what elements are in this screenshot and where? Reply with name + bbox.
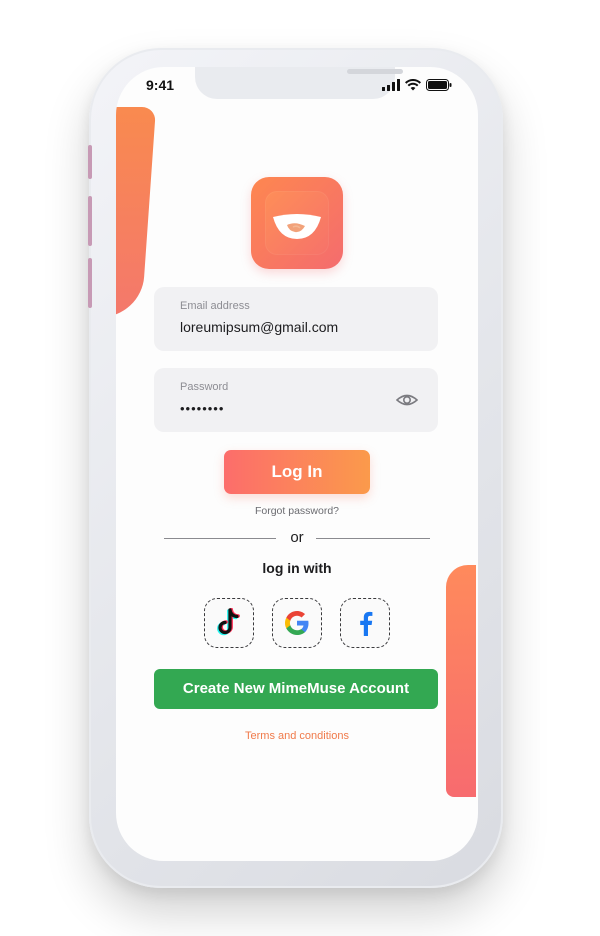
eye-icon[interactable] (396, 391, 418, 409)
app-logo-inner (265, 191, 329, 255)
status-bar: 9:41 (116, 67, 478, 107)
login-button[interactable]: Log In (224, 450, 370, 494)
terms-link[interactable]: Terms and conditions (116, 730, 478, 742)
or-divider: or (164, 529, 430, 547)
email-field[interactable]: Email address loreumipsum@gmail.com (154, 287, 438, 351)
phone-side-button (88, 196, 92, 246)
google-login-button[interactable] (272, 598, 322, 648)
facebook-icon (360, 611, 373, 636)
forgot-password-link[interactable]: Forgot password? (116, 505, 478, 517)
create-account-button[interactable]: Create New MimeMuse Account (154, 669, 438, 709)
wifi-icon (405, 79, 421, 91)
decorative-blob-right (446, 565, 476, 797)
status-icons (382, 79, 452, 91)
phone-screen: 9:41 Email address loreumipsum@gmail.com… (116, 67, 478, 861)
phone-side-button (88, 145, 92, 179)
phone-side-button (88, 258, 92, 308)
cellular-signal-icon (382, 79, 400, 91)
app-logo (251, 177, 343, 269)
smile-icon (273, 214, 321, 239)
password-label: Password (180, 381, 229, 393)
tiktok-login-button[interactable] (204, 598, 254, 648)
password-field[interactable]: Password •••••••• (154, 368, 438, 432)
divider-line-right (316, 538, 430, 539)
tiktok-icon (217, 608, 240, 636)
phone-notch (195, 67, 403, 99)
decorative-blob-left (116, 107, 156, 317)
status-time: 9:41 (146, 77, 175, 93)
battery-icon (426, 79, 452, 91)
login-with-heading: log in with (262, 560, 332, 576)
facebook-login-button[interactable] (340, 598, 390, 648)
email-label: Email address (180, 300, 250, 312)
notch-speaker (347, 69, 403, 74)
email-input[interactable]: loreumipsum@gmail.com (180, 319, 338, 335)
password-input[interactable]: •••••••• (180, 401, 224, 416)
google-icon (285, 611, 309, 635)
